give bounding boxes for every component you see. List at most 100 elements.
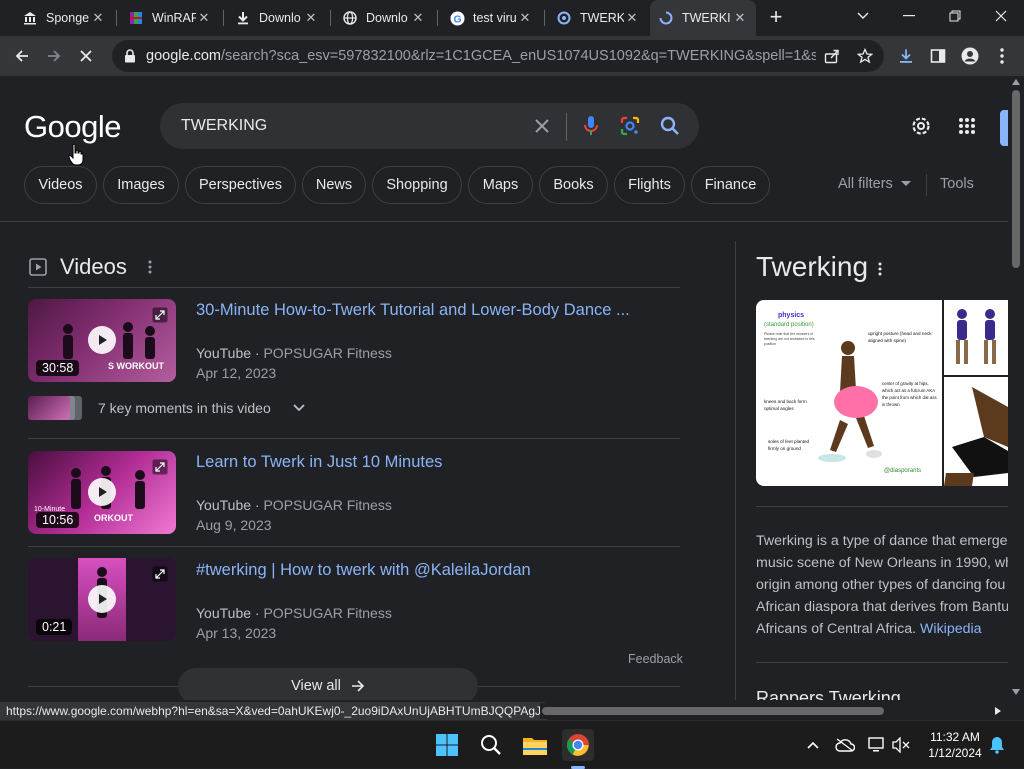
- tools-button[interactable]: Tools: [940, 176, 974, 192]
- chip-news[interactable]: News: [302, 166, 366, 204]
- search-icon[interactable]: [658, 114, 682, 138]
- onedrive-cloud-icon[interactable]: [829, 729, 861, 761]
- arrow-right-icon: [351, 680, 364, 692]
- restore-button[interactable]: [932, 0, 978, 32]
- sign-in-button[interactable]: [1000, 110, 1008, 146]
- url-text: google.com/search?sca_esv=597832100&rlz=…: [146, 48, 816, 64]
- profile-icon: [961, 47, 979, 65]
- twerking-photo-image[interactable]: [944, 377, 1008, 486]
- clear-icon[interactable]: [530, 114, 554, 138]
- stop-loading-button[interactable]: [70, 40, 102, 72]
- more-options-icon[interactable]: [148, 260, 152, 274]
- twerking-photo-image[interactable]: [944, 300, 1008, 375]
- expand-icon[interactable]: [152, 307, 168, 323]
- chip-images[interactable]: Images: [103, 166, 179, 204]
- diagram-label: (standard position): [764, 322, 814, 328]
- chip-finance[interactable]: Finance: [691, 166, 770, 204]
- horizontal-scrollbar[interactable]: [540, 703, 1008, 719]
- close-icon[interactable]: ✕: [732, 10, 748, 26]
- tab-twerking-lens[interactable]: TWERKI ✕: [548, 4, 648, 32]
- chip-shopping[interactable]: Shopping: [372, 166, 462, 204]
- play-icon[interactable]: [88, 585, 116, 613]
- tab-twerking-active[interactable]: TWERKI ✕: [650, 0, 756, 36]
- chip-maps[interactable]: Maps: [468, 166, 533, 204]
- tab-search-button[interactable]: [840, 0, 886, 32]
- close-icon[interactable]: ✕: [90, 10, 106, 26]
- chip-perspectives[interactable]: Perspectives: [185, 166, 296, 204]
- key-moments-toggle[interactable]: 7 key moments in this video: [28, 396, 305, 420]
- rappers-twerking-heading[interactable]: Rappers Twerking: [756, 688, 901, 700]
- close-icon[interactable]: ✕: [410, 10, 426, 26]
- back-button[interactable]: [6, 40, 38, 72]
- close-icon[interactable]: ✕: [303, 10, 319, 26]
- google-logo[interactable]: Google: [24, 109, 121, 145]
- share-icon[interactable]: [824, 48, 840, 64]
- file-explorer-icon[interactable]: [519, 729, 551, 761]
- side-panel-icon: [930, 49, 946, 63]
- close-icon[interactable]: ✕: [196, 10, 212, 26]
- show-hidden-icons-chevron-up-icon[interactable]: [797, 729, 829, 761]
- video-title-link[interactable]: 30-Minute How-to-Twerk Tutorial and Lowe…: [196, 301, 630, 320]
- volume-muted-icon[interactable]: [885, 729, 917, 761]
- video-thumbnail[interactable]: 0:21: [28, 558, 176, 641]
- chip-videos[interactable]: Videos: [24, 166, 97, 204]
- expand-icon[interactable]: [152, 459, 168, 475]
- start-windows-icon[interactable]: [431, 729, 463, 761]
- tab-winrar[interactable]: WinRAR ✕: [120, 4, 220, 32]
- video-title-link[interactable]: Learn to Twerk in Just 10 Minutes: [196, 453, 442, 472]
- google-lens-icon: [556, 10, 572, 26]
- vertical-scrollbar[interactable]: [1008, 76, 1024, 700]
- search-icon[interactable]: [475, 729, 507, 761]
- scrollbar-thumb[interactable]: [1012, 90, 1020, 268]
- bookmark-star-icon[interactable]: [857, 48, 873, 64]
- wikipedia-link[interactable]: Wikipedia: [920, 621, 982, 637]
- search-input[interactable]: TWERKING: [181, 117, 267, 135]
- all-filters-button[interactable]: All filters: [838, 176, 911, 192]
- scrollbar-thumb[interactable]: [542, 707, 884, 715]
- video-thumbnail[interactable]: 10-Minute ORKOUT 10:56: [28, 451, 176, 534]
- video-section-icon: [29, 258, 47, 276]
- diagram-label: knees and back form optimal angles: [764, 399, 807, 411]
- address-bar[interactable]: google.com/search?sca_esv=597832100&rlz=…: [112, 40, 884, 72]
- downloads-button[interactable]: [890, 40, 922, 72]
- search-box[interactable]: TWERKING: [160, 103, 699, 149]
- tab-sponge[interactable]: Sponge ✕: [14, 4, 114, 32]
- forward-button[interactable]: [38, 40, 70, 72]
- settings-gear-icon[interactable]: [909, 114, 933, 138]
- apps-grid-icon[interactable]: [958, 117, 976, 135]
- chrome-taskbar-icon[interactable]: [562, 729, 594, 761]
- knowledge-panel-description: Twerking is a type of dance that emerge …: [756, 533, 1008, 637]
- tab-title: WinRAR: [152, 11, 196, 25]
- close-icon[interactable]: ✕: [624, 10, 640, 26]
- chrome-menu-button[interactable]: [986, 40, 1018, 72]
- video-thumbnail[interactable]: S WORKOUT 30:58: [28, 299, 176, 382]
- view-all-button[interactable]: View all: [178, 668, 478, 700]
- video-date: Apr 13, 2023: [196, 625, 277, 641]
- expand-icon[interactable]: [152, 566, 168, 582]
- more-vert-icon: [1000, 48, 1004, 64]
- close-icon[interactable]: ✕: [517, 10, 533, 26]
- play-icon[interactable]: [88, 326, 116, 354]
- notification-bell-icon[interactable]: [981, 729, 1013, 761]
- tab-download-1[interactable]: Downlo ✕: [227, 4, 327, 32]
- minimize-button[interactable]: [886, 0, 932, 32]
- diagram-credit: @diasporants: [884, 468, 922, 474]
- profile-button[interactable]: [954, 40, 986, 72]
- twerking-physics-diagram-image[interactable]: physics (standard position) Please note …: [756, 300, 942, 486]
- play-icon[interactable]: [88, 478, 116, 506]
- tab-download-2[interactable]: Downlo ✕: [334, 4, 434, 32]
- side-panel-button[interactable]: [922, 40, 954, 72]
- feedback-link[interactable]: Feedback: [628, 652, 683, 666]
- system-clock[interactable]: 11:32 AM 1/12/2024: [920, 729, 990, 761]
- video-title-link[interactable]: #twerking | How to twerk with @KaleilaJo…: [196, 561, 531, 580]
- more-options-icon[interactable]: [878, 262, 882, 276]
- chip-books[interactable]: Books: [539, 166, 608, 204]
- google-lens-icon[interactable]: [618, 114, 642, 138]
- diagram-label: physics: [778, 312, 805, 319]
- new-tab-button[interactable]: +: [760, 1, 792, 33]
- close-window-button[interactable]: [978, 0, 1024, 32]
- chip-flights[interactable]: Flights: [614, 166, 685, 204]
- voice-search-icon[interactable]: [579, 114, 603, 138]
- tab-test-virus[interactable]: G test viru ✕: [441, 4, 541, 32]
- lock-icon[interactable]: [124, 49, 136, 63]
